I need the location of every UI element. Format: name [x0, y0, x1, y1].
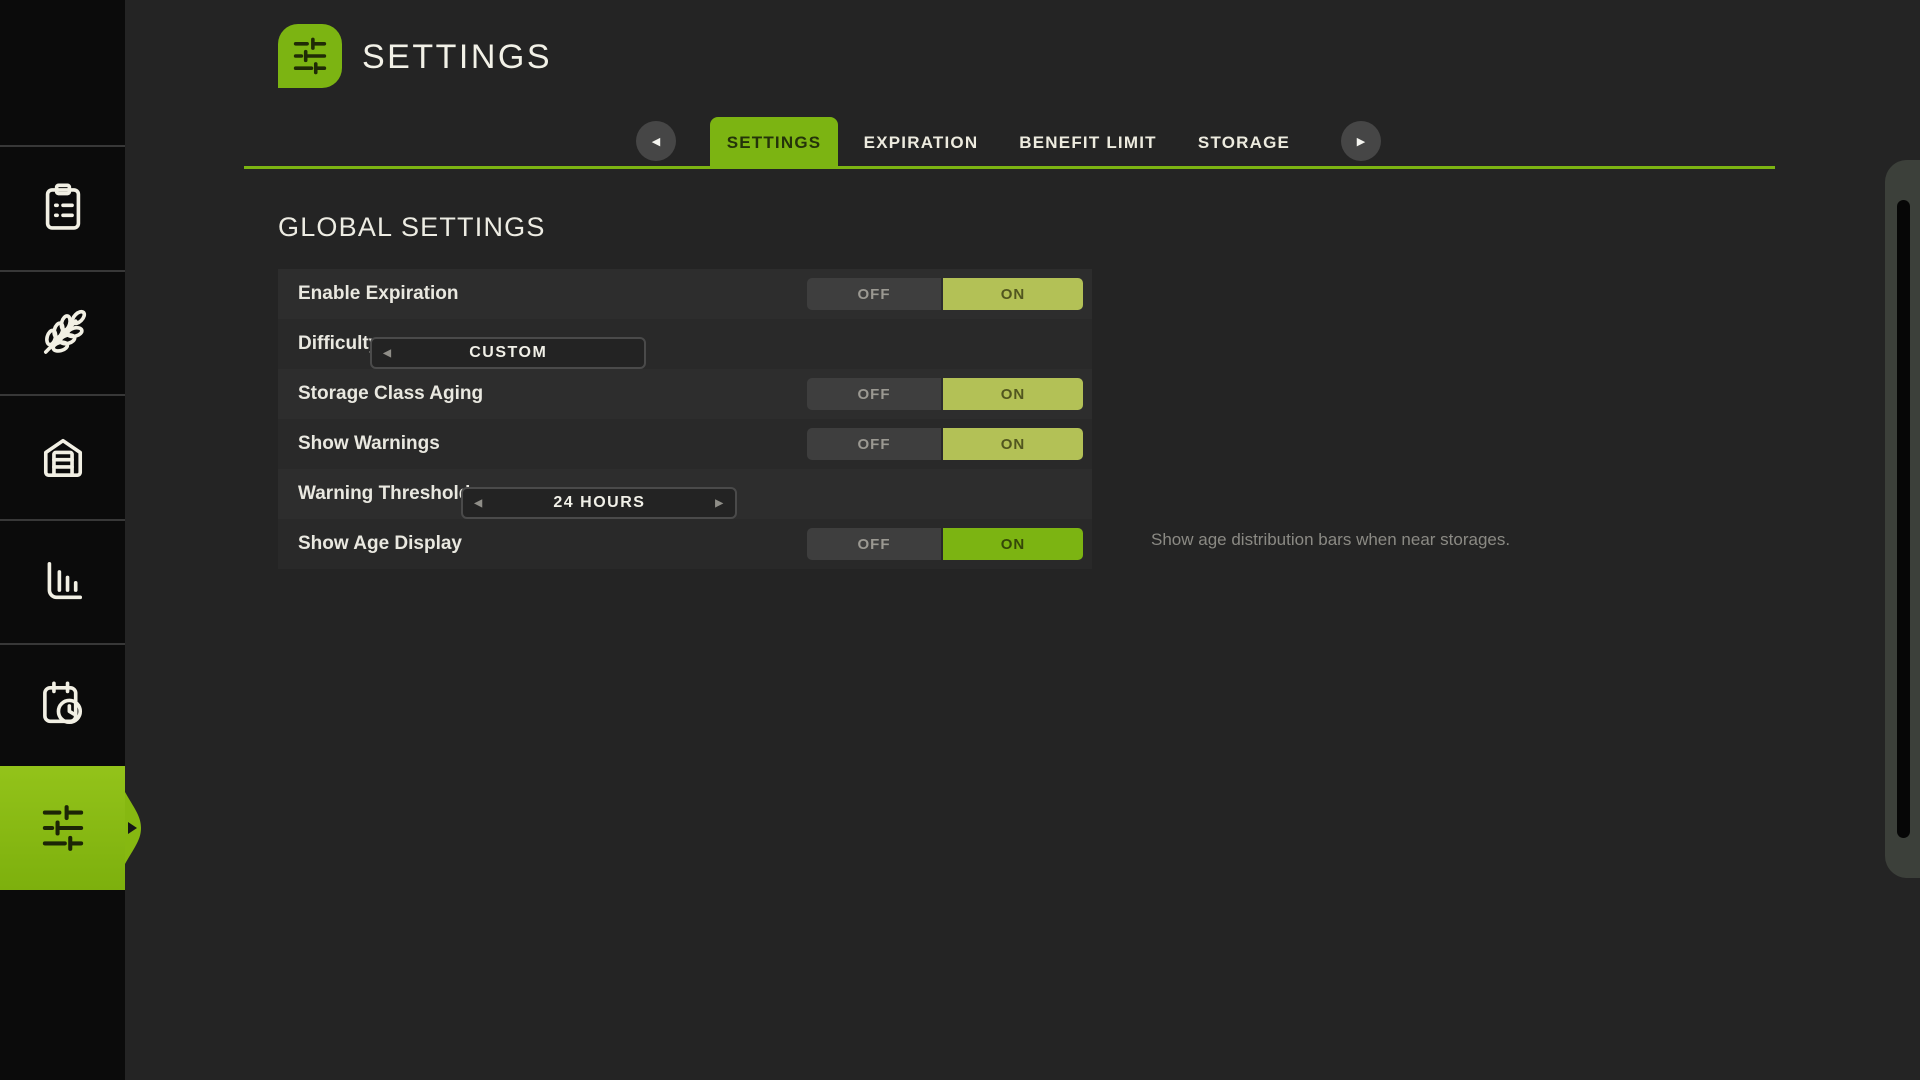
panel-edge: [1885, 160, 1920, 878]
toggle-off-button[interactable]: OFF: [807, 278, 941, 310]
calendar-clock-icon: [34, 676, 92, 734]
tab-settings[interactable]: SETTINGS: [710, 117, 838, 168]
setting-row-show-age-display: Show Age Display OFF ON: [278, 519, 1092, 569]
selector-prev-icon[interactable]: ◀: [383, 348, 392, 359]
storage-class-aging-toggle: OFF ON: [807, 378, 1083, 410]
right-arrow-icon: ▶: [1357, 135, 1365, 148]
setting-row-warning-threshold: Warning Threshold ◀ 24 HOURS ▶: [278, 469, 1092, 519]
setting-row-difficulty: Difficulty ◀ CUSTOM: [278, 319, 1092, 369]
setting-label: Warning Threshold: [278, 483, 470, 505]
storage-shed-icon: [34, 428, 92, 486]
toggle-on-button[interactable]: ON: [943, 528, 1083, 560]
tab-label: BENEFIT LIMIT: [1019, 133, 1156, 153]
section-heading: GLOBAL SETTINGS: [278, 212, 546, 243]
sidebar-item-storages[interactable]: [0, 395, 125, 519]
selector-value: 24 HOURS: [553, 494, 645, 512]
warning-threshold-selector[interactable]: ◀ 24 HOURS ▶: [461, 487, 737, 519]
selector-value: CUSTOM: [469, 344, 547, 362]
left-arrow-icon: ◀: [652, 135, 660, 148]
page-title: SETTINGS: [362, 37, 552, 77]
setting-label: Difficulty: [278, 333, 379, 355]
settings-sliders-icon: [34, 799, 92, 857]
sidebar-item-expiration[interactable]: [0, 643, 125, 767]
enable-expiration-toggle: OFF ON: [807, 278, 1083, 310]
toggle-off-button[interactable]: OFF: [807, 528, 941, 560]
setting-label: Enable Expiration: [278, 283, 458, 305]
toggle-off-button[interactable]: OFF: [807, 378, 941, 410]
tab-label: STORAGE: [1198, 133, 1290, 153]
clipboard-list-icon: [34, 179, 92, 237]
tab-expiration[interactable]: EXPIRATION: [851, 117, 991, 168]
tab-label: EXPIRATION: [864, 133, 979, 153]
settings-sliders-icon: [287, 33, 333, 79]
settings-list: Enable Expiration OFF ON Difficulty ◀ CU…: [278, 269, 1092, 569]
toggle-on-button[interactable]: ON: [943, 278, 1083, 310]
setting-description: Show age distribution bars when near sto…: [1151, 530, 1510, 550]
previous-tab-button[interactable]: ◀: [636, 121, 676, 161]
scrollbar-thumb[interactable]: [1897, 200, 1910, 838]
setting-label: Storage Class Aging: [278, 383, 483, 405]
show-age-display-toggle: OFF ON: [807, 528, 1083, 560]
tab-underline: [244, 166, 1775, 169]
selector-prev-icon[interactable]: ◀: [474, 498, 483, 509]
tab-label: SETTINGS: [727, 133, 822, 153]
active-item-arrow-icon: [128, 822, 137, 834]
setting-row-show-warnings: Show Warnings OFF ON: [278, 419, 1092, 469]
setting-row-storage-class-aging: Storage Class Aging OFF ON: [278, 369, 1092, 419]
sidebar-item-crops[interactable]: [0, 271, 125, 395]
toggle-off-button[interactable]: OFF: [807, 428, 941, 460]
wheat-crop-icon: [34, 304, 92, 362]
sidebar-item-statistics[interactable]: [0, 519, 125, 643]
setting-label: Show Warnings: [278, 433, 440, 455]
show-warnings-toggle: OFF ON: [807, 428, 1083, 460]
difficulty-selector[interactable]: ◀ CUSTOM: [370, 337, 646, 369]
sidebar-item-tasks[interactable]: [0, 146, 125, 270]
tab-storage[interactable]: STORAGE: [1184, 117, 1304, 168]
sidebar-item-settings[interactable]: [0, 766, 125, 890]
selector-next-icon[interactable]: ▶: [715, 498, 724, 509]
next-tab-button[interactable]: ▶: [1341, 121, 1381, 161]
setting-label: Show Age Display: [278, 533, 462, 555]
setting-row-enable-expiration: Enable Expiration OFF ON: [278, 269, 1092, 319]
settings-app-icon: [278, 24, 342, 88]
toggle-on-button[interactable]: ON: [943, 428, 1083, 460]
bar-chart-icon: [34, 552, 92, 610]
tab-benefit-limit[interactable]: BENEFIT LIMIT: [1008, 117, 1168, 168]
sidebar: [0, 0, 125, 1080]
toggle-on-button[interactable]: ON: [943, 378, 1083, 410]
